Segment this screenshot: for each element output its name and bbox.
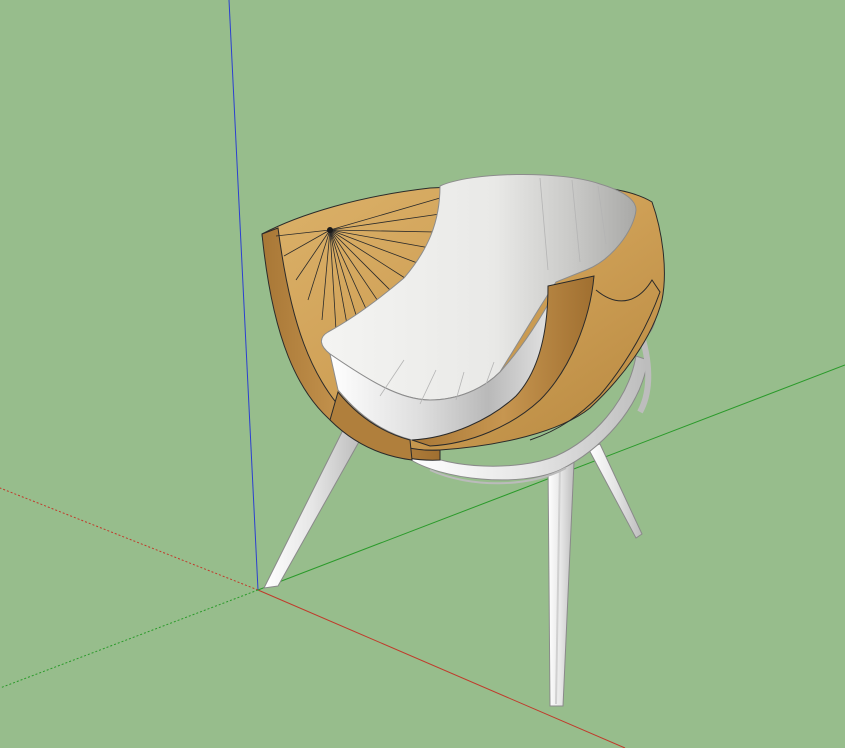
- leg-front-left: [263, 429, 361, 589]
- leg-back-right: [587, 443, 643, 539]
- 3d-viewport[interactable]: [0, 0, 845, 748]
- scene-canvas[interactable]: [0, 0, 845, 748]
- leg-front-center: [547, 461, 575, 707]
- red-axis-solid: [257, 589, 626, 748]
- chair-model[interactable]: [261, 173, 665, 707]
- green-axis-dotted: [0, 589, 259, 689]
- red-axis-dotted: [0, 487, 259, 591]
- blue-axis: [228, 0, 259, 591]
